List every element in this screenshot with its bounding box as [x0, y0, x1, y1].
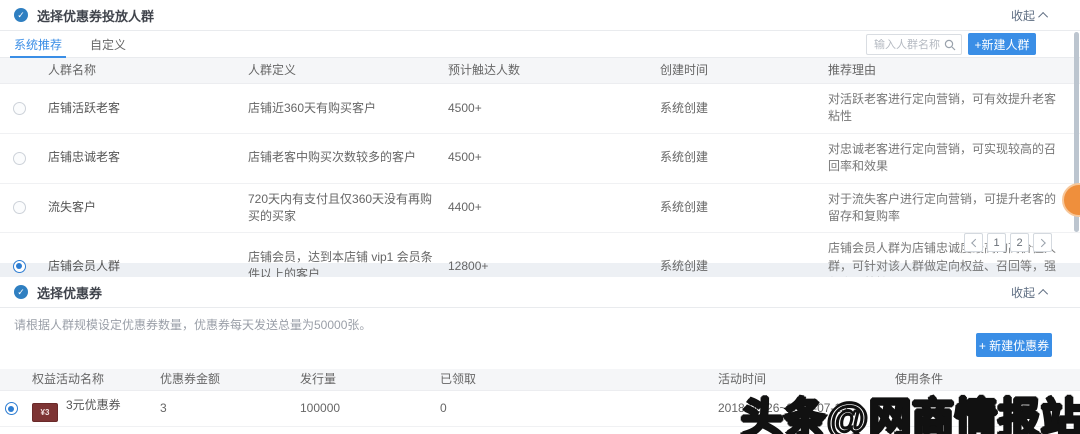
table-row[interactable]: 流失客户 720天内有支付且仅360天没有再购买的买家 4400+ 系统创建 对…: [0, 184, 1080, 234]
estimated-reach: 4500+: [448, 150, 482, 165]
col-claimed: 已领取: [440, 371, 477, 386]
col-estimated-reach: 预计触达人数: [448, 62, 521, 77]
collapse-audience-link[interactable]: 收起: [1010, 7, 1049, 24]
next-page-icon: [1036, 238, 1046, 247]
prev-page-icon: [970, 238, 980, 247]
pagination: 1 2: [964, 233, 1052, 252]
coupon-panel-title: 选择优惠券: [37, 285, 103, 301]
collapse-coupon-link[interactable]: 收起: [1010, 284, 1049, 301]
page-button-1[interactable]: 1: [987, 233, 1006, 252]
prev-page-button[interactable]: [964, 233, 983, 252]
coupon-thumbnail: ¥3: [32, 403, 58, 422]
crowd-search-input[interactable]: [867, 38, 941, 51]
audience-panel-header: ✓ 选择优惠券投放人群 收起: [0, 0, 1080, 30]
coupon-panel-header: ✓ 选择优惠券 收起: [0, 277, 1080, 307]
radio-button-selected[interactable]: [4, 402, 18, 415]
radio-button[interactable]: [12, 201, 26, 215]
col-created-by: 创建时间: [660, 62, 709, 77]
col-crowd-name: 人群名称: [48, 62, 97, 77]
crowd-name: 流失客户: [48, 200, 97, 215]
search-icon[interactable]: [944, 39, 956, 51]
claimed-count: 10000: [440, 429, 718, 434]
tab-custom[interactable]: 自定义: [76, 31, 140, 57]
radio-button[interactable]: [12, 151, 26, 165]
crowd-name: 店铺活跃老客: [48, 100, 121, 115]
created-by: 系统创建: [660, 150, 709, 165]
created-by: 系统创建: [660, 200, 709, 215]
issue-volume: 10000: [300, 429, 440, 434]
crowd-definition: 店铺近360天有购买客户: [248, 100, 377, 115]
created-by: 系统创建: [660, 100, 709, 115]
col-activity-name: 权益活动名称: [32, 371, 105, 386]
radio-button[interactable]: [12, 101, 26, 115]
col-recommend-reason: 推荐理由: [828, 62, 877, 77]
check-circle-icon: ✓: [14, 8, 28, 22]
check-circle-icon: ✓: [14, 285, 28, 299]
crowd-definition: 店铺老客中购买次数较多的客户: [248, 150, 417, 165]
tab-label: 自定义: [90, 37, 127, 52]
coupon-quota-note: 请根据人群规模设定优惠券数量，优惠券每天发送总量为50000张。: [14, 318, 372, 332]
audience-tabbar: 系统推荐 自定义 +新建人群: [0, 31, 1080, 58]
col-coupon-amount: 优惠券金额: [160, 371, 221, 386]
issue-volume: 100000: [300, 400, 341, 415]
collapse-label: 收起: [1010, 8, 1035, 23]
new-coupon-button[interactable]: + 新建优惠券: [976, 333, 1052, 357]
watermark: 头条@网商情报站: [740, 394, 1080, 434]
table-row[interactable]: 店铺活跃老客 店铺近360天有购买客户 4500+ 系统创建 对活跃老客进行定向…: [0, 84, 1080, 134]
audience-table-header: 人群名称 人群定义 预计触达人数 创建时间 推荐理由: [0, 58, 1080, 84]
radio-button-selected[interactable]: [12, 259, 26, 273]
estimated-reach: 4500+: [448, 100, 482, 115]
claimed-count: 0: [440, 400, 447, 415]
audience-panel: ✓ 选择优惠券投放人群 收起 系统推荐 自定义 +新建人群 人群名称 人群定义 …: [0, 0, 1080, 351]
recommend-reason: 对于流失客户进行定向营销，可提升老客的留存和复购率: [828, 191, 1057, 223]
new-crowd-button[interactable]: +新建人群: [968, 33, 1036, 55]
next-page-button[interactable]: [1033, 233, 1052, 252]
chevron-up-icon: [1038, 288, 1049, 299]
coupon-name: 3元优惠券: [66, 398, 121, 412]
recommend-reason: 对忠诚老客进行定向营销，可实现较高的召回率和效果: [828, 141, 1057, 174]
page-button-2[interactable]: 2: [1010, 233, 1029, 252]
table-row[interactable]: 店铺忠诚老客 店铺老客中购买次数较多的客户 4500+ 系统创建 对忠诚老客进行…: [0, 134, 1080, 184]
col-issue-volume: 发行量: [300, 371, 337, 386]
chevron-up-icon: [1038, 11, 1049, 22]
tab-label: 系统推荐: [14, 37, 63, 52]
crowd-definition: 720天内有支付且仅360天没有再购买的买家: [248, 191, 433, 223]
coupon-amount: 3: [160, 429, 300, 434]
recommend-reason: 对活跃老客进行定向营销，可有效提升老客粘性: [828, 92, 1057, 124]
collapse-label: 收起: [1010, 285, 1035, 300]
crowd-search-box: [866, 34, 962, 55]
col-crowd-definition: 人群定义: [248, 62, 297, 77]
audience-panel-title: 选择优惠券投放人群: [37, 8, 155, 24]
coupon-amount: 3: [160, 400, 167, 415]
estimated-reach: 4400+: [448, 200, 482, 215]
crowd-name: 店铺忠诚老客: [48, 150, 121, 165]
tab-system-recommend[interactable]: 系统推荐: [0, 31, 76, 58]
